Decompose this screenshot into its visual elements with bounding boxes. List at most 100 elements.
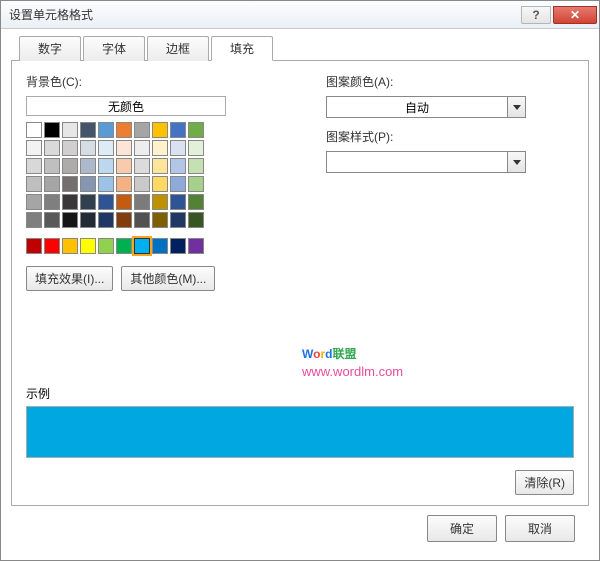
color-swatch[interactable] (80, 122, 96, 138)
color-swatch[interactable] (188, 212, 204, 228)
window-title: 设置单元格格式 (9, 6, 519, 23)
color-swatch[interactable] (152, 158, 168, 174)
pattern-style-dropdown[interactable] (326, 151, 526, 173)
color-swatch[interactable] (62, 122, 78, 138)
color-swatch[interactable] (98, 158, 114, 174)
color-swatch[interactable] (188, 122, 204, 138)
color-swatch[interactable] (170, 194, 186, 210)
color-swatch[interactable] (98, 194, 114, 210)
color-swatch[interactable] (62, 176, 78, 192)
button-label: 其他颜色(M)... (130, 272, 206, 286)
cancel-button[interactable]: 取消 (505, 515, 575, 542)
help-icon: ? (532, 8, 539, 22)
tab-border[interactable]: 边框 (147, 36, 209, 61)
pattern-color-dropdown[interactable]: 自动 (326, 96, 526, 118)
color-swatch[interactable] (116, 140, 132, 156)
color-swatch[interactable] (116, 212, 132, 228)
color-swatch[interactable] (98, 238, 114, 254)
color-swatch[interactable] (116, 238, 132, 254)
clear-button[interactable]: 清除(R) (515, 470, 574, 495)
tab-number[interactable]: 数字 (19, 36, 81, 61)
tab-label: 字体 (102, 42, 126, 56)
color-swatch[interactable] (134, 158, 150, 174)
color-swatch[interactable] (62, 238, 78, 254)
color-swatch[interactable] (116, 176, 132, 192)
no-color-button[interactable]: 无颜色 (26, 96, 226, 116)
color-swatch[interactable] (62, 212, 78, 228)
dialog-footer: 确定 取消 (11, 506, 589, 550)
color-swatch[interactable] (134, 212, 150, 228)
color-swatch[interactable] (26, 140, 42, 156)
color-swatch[interactable] (152, 194, 168, 210)
color-swatch[interactable] (152, 140, 168, 156)
background-color-label: 背景色(C): (26, 73, 286, 90)
color-swatch[interactable] (26, 176, 42, 192)
color-swatch[interactable] (80, 238, 96, 254)
other-colors-button[interactable]: 其他颜色(M)... (121, 266, 215, 291)
color-swatch[interactable] (44, 176, 60, 192)
color-swatch[interactable] (98, 122, 114, 138)
help-button[interactable]: ? (521, 6, 551, 24)
color-swatch[interactable] (116, 158, 132, 174)
color-swatch[interactable] (26, 194, 42, 210)
color-swatch[interactable] (26, 212, 42, 228)
color-swatch[interactable] (170, 176, 186, 192)
color-swatch[interactable] (134, 140, 150, 156)
color-swatch[interactable] (170, 212, 186, 228)
tab-label: 边框 (166, 42, 190, 56)
close-button[interactable]: ✕ (553, 6, 597, 24)
format-cells-dialog: 设置单元格格式 ? ✕ 数字 字体 边框 填充 背景色(C): 无颜色 填充效果… (0, 0, 600, 561)
color-swatch[interactable] (62, 158, 78, 174)
color-swatch[interactable] (170, 140, 186, 156)
color-swatch[interactable] (44, 122, 60, 138)
color-swatch[interactable] (44, 158, 60, 174)
close-icon: ✕ (570, 8, 580, 22)
color-swatch[interactable] (44, 140, 60, 156)
color-swatch[interactable] (98, 212, 114, 228)
ok-button[interactable]: 确定 (427, 515, 497, 542)
tab-label: 数字 (38, 42, 62, 56)
color-swatch[interactable] (62, 140, 78, 156)
color-swatch[interactable] (152, 238, 168, 254)
color-swatch[interactable] (170, 158, 186, 174)
color-swatch[interactable] (26, 122, 42, 138)
color-swatch[interactable] (188, 140, 204, 156)
color-swatch[interactable] (134, 122, 150, 138)
color-swatch[interactable] (152, 176, 168, 192)
watermark: Word联盟 www.wordlm.com (302, 341, 403, 379)
color-swatch[interactable] (44, 238, 60, 254)
color-swatch[interactable] (188, 176, 204, 192)
color-swatch[interactable] (152, 122, 168, 138)
color-swatch[interactable] (98, 176, 114, 192)
color-swatch[interactable] (188, 194, 204, 210)
color-swatch[interactable] (188, 238, 204, 254)
color-swatch[interactable] (26, 238, 42, 254)
color-swatch[interactable] (80, 176, 96, 192)
color-swatch[interactable] (80, 158, 96, 174)
color-swatch[interactable] (80, 194, 96, 210)
button-label: 填充效果(I)... (35, 272, 104, 286)
color-swatch[interactable] (134, 176, 150, 192)
fill-effects-button[interactable]: 填充效果(I)... (26, 266, 113, 291)
color-swatch[interactable] (170, 122, 186, 138)
color-swatch[interactable] (116, 194, 132, 210)
color-swatch[interactable] (44, 212, 60, 228)
dropdown-toggle[interactable] (507, 152, 525, 172)
color-swatch[interactable] (134, 238, 150, 254)
color-swatch[interactable] (188, 158, 204, 174)
color-swatch[interactable] (152, 212, 168, 228)
dropdown-toggle[interactable] (507, 97, 525, 117)
sample-preview (26, 406, 574, 458)
color-swatch[interactable] (116, 122, 132, 138)
color-swatch[interactable] (80, 140, 96, 156)
color-swatch[interactable] (80, 212, 96, 228)
tab-fill[interactable]: 填充 (211, 36, 273, 61)
color-swatch[interactable] (98, 140, 114, 156)
color-swatch[interactable] (26, 158, 42, 174)
tab-font[interactable]: 字体 (83, 36, 145, 61)
color-swatch[interactable] (44, 194, 60, 210)
color-swatch[interactable] (134, 194, 150, 210)
color-swatch[interactable] (62, 194, 78, 210)
button-label: 清除(R) (524, 476, 565, 490)
color-swatch[interactable] (170, 238, 186, 254)
